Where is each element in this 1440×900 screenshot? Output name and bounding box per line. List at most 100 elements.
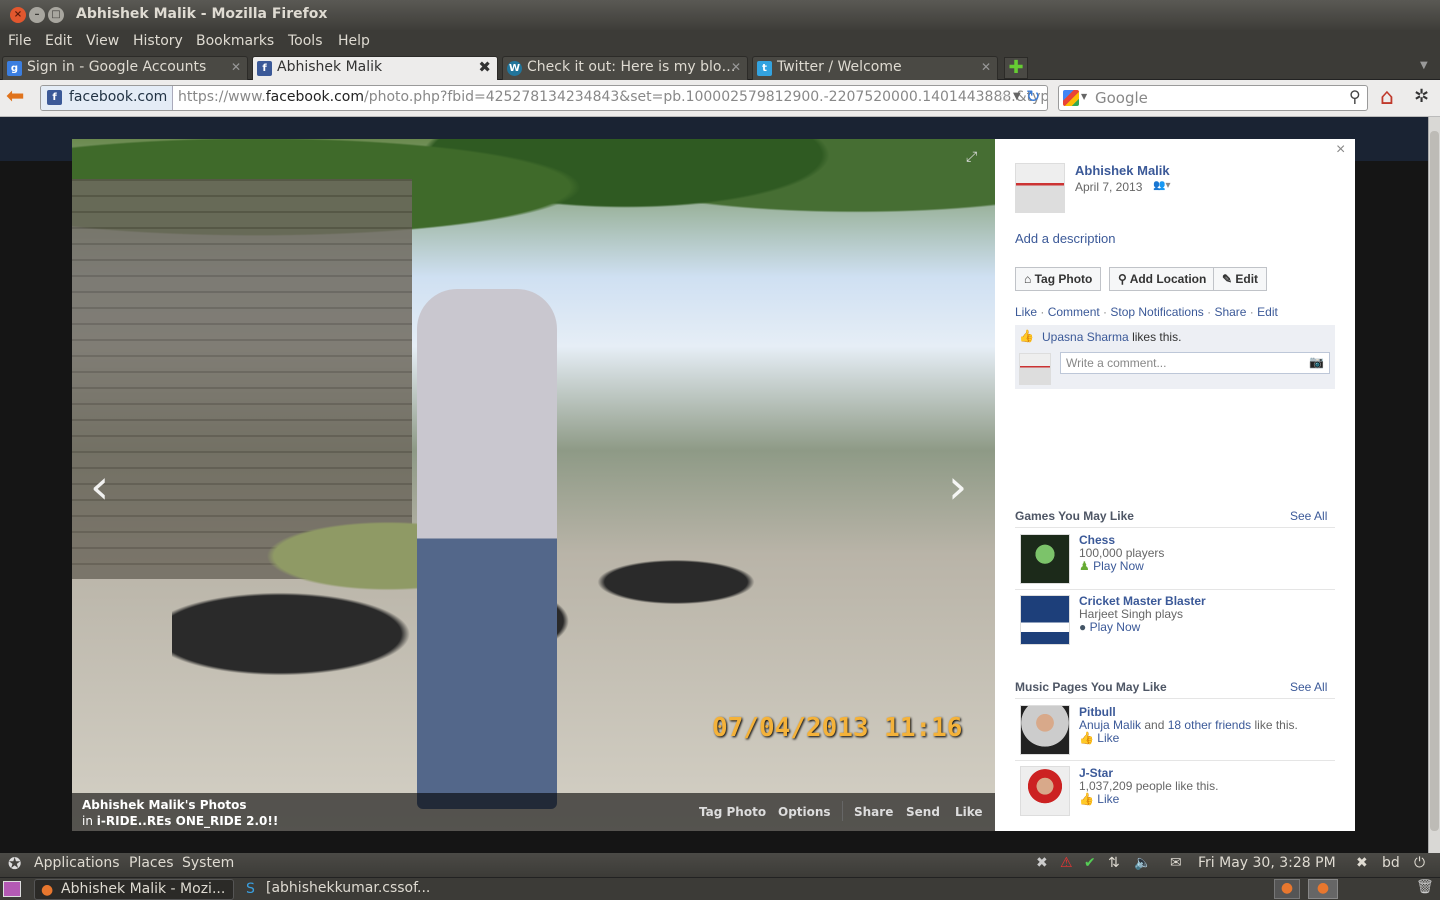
cricket-game-icon[interactable] — [1020, 595, 1070, 645]
like-action[interactable]: Like — [1015, 305, 1037, 319]
home-icon[interactable]: ⌂ — [1380, 85, 1394, 110]
bookmark-star-icon[interactable]: ☆ — [997, 88, 1010, 106]
stop-notifications-action[interactable]: Stop Notifications — [1110, 305, 1203, 319]
back-arrow-icon[interactable]: ⬅ — [6, 84, 24, 109]
tray-warning-icon[interactable]: ⚠ — [1060, 855, 1073, 871]
scrollbar-thumb[interactable] — [1430, 131, 1439, 831]
add-location-button[interactable]: ⚲ Add Location — [1109, 267, 1216, 291]
close-tab-icon[interactable]: ✕ — [231, 60, 241, 74]
music-see-all-link[interactable]: See All — [1290, 680, 1327, 694]
applications-menu[interactable]: Applications — [34, 855, 120, 871]
page-scrollbar[interactable] — [1428, 117, 1440, 853]
privacy-friends-icon[interactable]: 👥▾ — [1153, 180, 1170, 191]
like-link[interactable]: Like — [955, 805, 983, 819]
chess-link[interactable]: Chess — [1079, 533, 1115, 547]
new-tab-icon[interactable]: ✚ — [1004, 57, 1028, 79]
close-tab-icon[interactable]: ✕ — [731, 60, 741, 74]
chess-game-icon[interactable] — [1020, 534, 1070, 584]
photo-date[interactable]: April 7, 2013 — [1075, 180, 1142, 194]
url-dropdown-icon[interactable]: ▼ — [1013, 91, 1021, 102]
menu-tools[interactable]: Tools — [288, 33, 323, 49]
navigation-bar: ⬅ f facebook.com https://www.facebook.co… — [0, 80, 1440, 117]
menu-bookmarks[interactable]: Bookmarks — [196, 33, 274, 49]
trash-icon[interactable]: 🗑 — [1416, 879, 1434, 895]
tray-check-icon[interactable]: ✔ — [1084, 855, 1096, 871]
pitbull-page-icon[interactable] — [1020, 705, 1070, 755]
liker-link[interactable]: Upasna Sharma — [1042, 330, 1129, 344]
tab-blog[interactable]: W Check it out: Here is my blo… ✕ — [502, 56, 748, 80]
camera-icon[interactable]: 📷 — [1309, 355, 1324, 369]
tray-tool-icon[interactable]: ✖ — [1036, 855, 1048, 871]
jstar-link[interactable]: J-Star — [1079, 766, 1113, 780]
site-identity[interactable]: f facebook.com — [41, 86, 173, 110]
jstar-like-link[interactable]: Like — [1097, 792, 1119, 806]
reload-icon[interactable]: ↻ — [1026, 87, 1040, 107]
pitbull-link[interactable]: Pitbull — [1079, 705, 1116, 719]
pitbull-like-link[interactable]: Like — [1097, 731, 1119, 745]
owner-name-link[interactable]: Abhishek Malik — [1075, 163, 1170, 178]
games-see-all-link[interactable]: See All — [1290, 509, 1327, 523]
menu-edit[interactable]: Edit — [45, 33, 72, 49]
menu-file[interactable]: File — [8, 33, 31, 49]
url-bar[interactable]: f facebook.com https://www.facebook.com/… — [40, 85, 1048, 111]
close-icon[interactable]: × — [1336, 141, 1345, 159]
share-action[interactable]: Share — [1214, 305, 1246, 319]
search-icon[interactable]: ⚲ — [1349, 87, 1361, 106]
user-status-icon[interactable]: ✖ — [1356, 855, 1368, 871]
edit-action[interactable]: Edit — [1257, 305, 1278, 319]
workspace-firefox-icon[interactable]: ● — [1274, 879, 1300, 899]
maximize-window-button[interactable]: □ — [48, 7, 64, 23]
edit-button[interactable]: ✎ Edit — [1213, 267, 1268, 291]
tab-abhishek-malik[interactable]: f Abhishek Malik ✖ — [252, 56, 498, 80]
search-input[interactable]: ▼ Google ⚲ — [1058, 85, 1368, 111]
cricket-master-blaster-link[interactable]: Cricket Master Blaster — [1079, 594, 1206, 608]
comment-input[interactable]: Write a comment... 📷 — [1060, 352, 1330, 374]
cricket-play-now-link[interactable]: Play Now — [1090, 620, 1141, 634]
minimize-window-button[interactable]: – — [29, 7, 45, 23]
power-icon[interactable]: ⏻ — [1414, 855, 1425, 871]
other-friends-link[interactable]: 18 other friends — [1168, 718, 1251, 732]
photo-viewer[interactable]: 07/04/2013 11:16 ‹ › ⤢ Abhishek Malik's … — [72, 139, 995, 831]
album-name-link[interactable]: i-RIDE..REs ONE_RIDE 2.0!! — [97, 814, 279, 828]
tab-twitter[interactable]: t Twitter / Welcome ✕ — [752, 56, 998, 80]
addon-icon[interactable]: ✲ — [1414, 86, 1429, 107]
engine-dropdown-icon[interactable]: ▼ — [1081, 92, 1087, 101]
tag-photo-link[interactable]: Tag Photo — [699, 805, 766, 819]
clock[interactable]: Fri May 30, 3:28 PM — [1198, 855, 1336, 871]
fullscreen-icon[interactable]: ⤢ — [966, 149, 977, 165]
tab-google-accounts[interactable]: g Sign in - Google Accounts ✕ — [2, 56, 248, 80]
add-description-link[interactable]: Add a description — [1015, 231, 1115, 246]
close-tab-icon[interactable]: ✕ — [981, 60, 991, 74]
tray-volume-icon[interactable]: 🔈 — [1134, 855, 1151, 871]
tag-photo-button[interactable]: ⌂ Tag Photo — [1015, 267, 1102, 291]
album-owner-title[interactable]: Abhishek Malik's Photos — [82, 798, 246, 812]
menu-view[interactable]: View — [86, 33, 119, 49]
user-name[interactable]: bd — [1382, 855, 1400, 871]
friend-link[interactable]: Anuja Malik — [1079, 718, 1141, 732]
location-pin-icon: ⚲ — [1118, 272, 1130, 286]
next-photo-arrow-icon[interactable]: › — [948, 459, 967, 515]
close-window-button[interactable]: × — [10, 7, 26, 23]
tray-network-icon[interactable]: ⇅ — [1108, 855, 1120, 871]
jstar-page-icon[interactable] — [1020, 766, 1070, 816]
tab-list-icon[interactable]: ▼ — [1420, 60, 1428, 71]
menu-history[interactable]: History — [133, 33, 183, 49]
send-link[interactable]: Send — [906, 805, 940, 819]
close-tab-icon[interactable]: ✖ — [478, 58, 491, 76]
previous-photo-arrow-icon[interactable]: ‹ — [90, 459, 109, 515]
share-link[interactable]: Share — [854, 805, 893, 819]
task-firefox[interactable]: ● Abhishek Malik - Mozi... — [34, 879, 234, 900]
owner-avatar[interactable] — [1015, 163, 1065, 213]
system-menu[interactable]: System — [182, 855, 234, 871]
show-desktop-icon[interactable] — [3, 881, 21, 897]
chess-play-now-link[interactable]: Play Now — [1093, 559, 1144, 573]
workspace-firefox-icon-2[interactable]: ● — [1308, 879, 1338, 899]
places-menu[interactable]: Places — [129, 855, 174, 871]
comment-action[interactable]: Comment — [1048, 305, 1100, 319]
tray-mail-icon[interactable]: ✉ — [1170, 855, 1182, 871]
friend-avatar-icon: ● — [1079, 620, 1087, 634]
menu-help[interactable]: Help — [338, 33, 370, 49]
options-link[interactable]: Options — [778, 805, 831, 819]
task-skype[interactable]: S [abhishekkumar.cssof... — [240, 879, 440, 900]
google-engine-icon[interactable] — [1063, 90, 1079, 106]
